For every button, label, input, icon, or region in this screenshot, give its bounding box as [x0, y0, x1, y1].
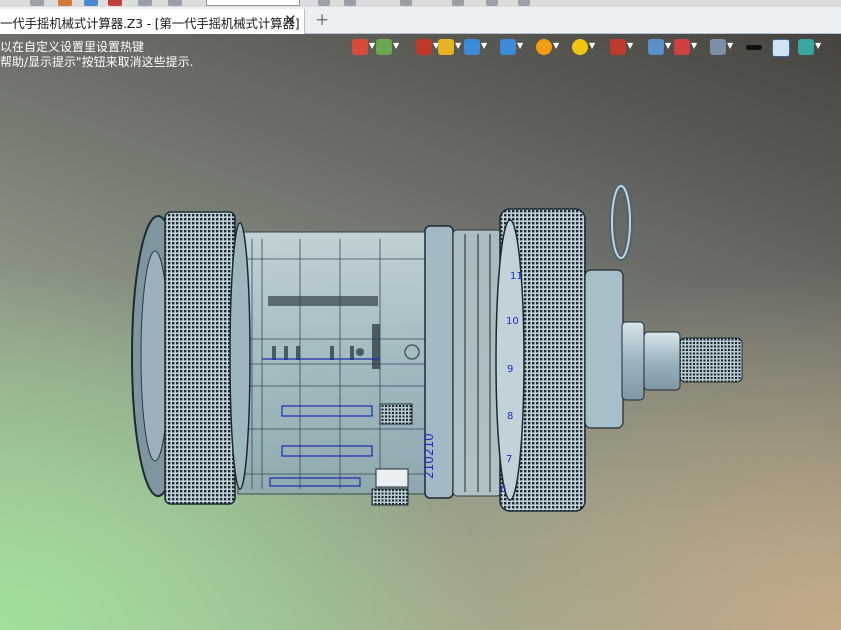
crank-handle [584, 183, 743, 429]
cylinder-body [237, 231, 444, 495]
toolbar-button[interactable] [138, 0, 152, 6]
dial-number-7: 7 [506, 454, 512, 465]
toolbar-button[interactable] [58, 0, 72, 6]
dial-number-8: 8 [507, 411, 513, 422]
toolbar-button[interactable] [84, 0, 98, 6]
toolbar-button[interactable] [168, 0, 182, 6]
toolbar-button[interactable] [30, 0, 44, 6]
close-tab-icon[interactable]: ✕ [284, 11, 297, 29]
toolbar-button[interactable] [518, 0, 530, 6]
document-tab-bar: 一代手摇机械式计算器.Z3 - [第一代手摇机械式计算器] ✕ + [0, 7, 841, 34]
toolbar-button[interactable] [318, 0, 330, 6]
dial-number-11: 11 [510, 271, 523, 282]
toolbar-combo[interactable] [206, 0, 300, 6]
toolbar-button[interactable] [452, 0, 464, 6]
counter-digits: 210210 [422, 433, 436, 479]
calculator-3d-model[interactable]: 210210 11 10 9 8 7 6 [0, 34, 841, 630]
toolbar-button[interactable] [344, 0, 356, 6]
toolbar-button[interactable] [108, 0, 122, 6]
3d-viewport[interactable]: 以在自定义设置里设置热键 帮助/显示提示"按钮来取消这些提示. ▼ ▼ ▼ ▼ ▼ ▼ ▼ ▼… [0, 34, 841, 630]
toolbar-button[interactable] [486, 0, 498, 6]
document-tab[interactable]: 一代手摇机械式计算器.Z3 - [第一代手摇机械式计算器] ✕ [0, 9, 305, 34]
right-knurled-dial: 11 10 9 8 7 6 [495, 208, 586, 512]
dial-number-6: 6 [500, 484, 506, 495]
dial-number-10: 10 [506, 316, 519, 327]
left-knurled-wheel [131, 211, 251, 505]
add-tab-icon[interactable]: + [315, 12, 329, 29]
dial-number-9: 9 [507, 364, 513, 375]
main-toolbar-strip [0, 0, 841, 7]
toolbar-button[interactable] [400, 0, 412, 6]
document-tab-title: 一代手摇机械式计算器.Z3 - [第一代手摇机械式计算器] [0, 16, 300, 31]
